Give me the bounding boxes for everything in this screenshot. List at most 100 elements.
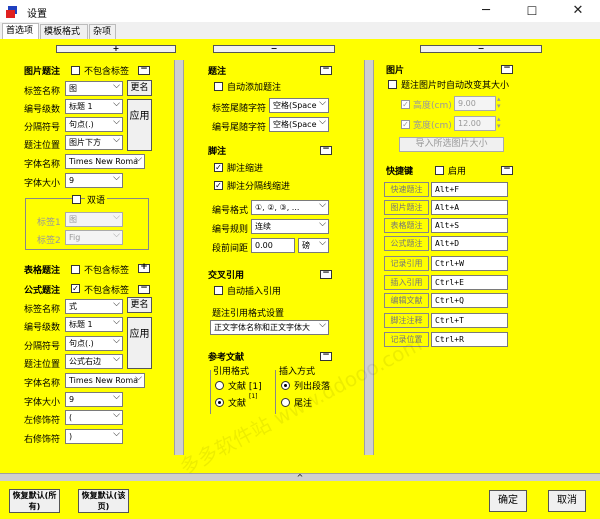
hotkey-input[interactable]: Ctrl+W <box>431 256 508 271</box>
width-label: 宽度(cm) <box>413 121 452 131</box>
height-spinner[interactable]: ▴ ▾ <box>497 96 501 110</box>
footnote-indent-label: 脚注缩进 <box>227 164 264 174</box>
label2-select[interactable]: Fig <box>65 230 123 245</box>
formula-apply-button[interactable]: 应用 <box>127 317 152 369</box>
crossref-collapse-button[interactable]: − <box>320 269 332 279</box>
auto-insert-ref-checkbox[interactable] <box>214 286 223 295</box>
formula-size-select[interactable]: 9 <box>65 392 123 407</box>
cite-format-opt2-sup: [1] <box>249 393 258 400</box>
right-deco-select[interactable]: ) <box>65 429 123 444</box>
ok-button[interactable]: 确定 <box>489 490 527 512</box>
maximize-button[interactable]: ☐ <box>509 0 555 24</box>
formula-no-label-checkbox[interactable]: ✓ <box>71 284 80 293</box>
width-input[interactable]: 12.00 <box>454 116 496 131</box>
figure-no-label-checkbox[interactable] <box>71 66 80 75</box>
tab-misc[interactable]: 杂项 <box>89 24 116 39</box>
cite-format-radio-1[interactable] <box>215 381 224 390</box>
formula-size-label: 字体大小 <box>24 398 61 408</box>
width-spinner[interactable]: ▴ ▾ <box>497 116 501 130</box>
table-no-label-checkbox[interactable] <box>71 265 80 274</box>
figure-position-label: 题注位置 <box>24 141 61 151</box>
column-scrollbar-right[interactable] <box>364 60 374 455</box>
auto-resize-checkbox[interactable] <box>388 80 397 89</box>
bilingual-checkbox[interactable] <box>72 195 81 204</box>
figure-position-select[interactable]: 图片下方 <box>65 135 123 150</box>
label2-label: 标签2 <box>37 236 61 246</box>
figure-size-select[interactable]: 9 <box>65 173 123 188</box>
picture-collapse-button[interactable]: − <box>501 64 513 74</box>
formula-level-select[interactable]: 标题 1 <box>65 317 123 332</box>
picture-heading: 图片 <box>386 66 405 76</box>
references-heading: 参考文献 <box>208 353 245 363</box>
cite-format-radio-2[interactable] <box>215 398 224 407</box>
middle-column-toggle[interactable]: − <box>213 45 335 53</box>
hotkey-input[interactable]: Alt+A <box>431 200 508 215</box>
table-expand-button[interactable]: + <box>138 263 150 273</box>
tail-num-select[interactable]: 空格(Space <box>269 117 329 132</box>
hotkey-input[interactable]: Ctrl+Q <box>431 293 508 308</box>
figure-label-name-label: 标签名称 <box>24 87 61 97</box>
height-input[interactable]: 9.00 <box>454 96 496 111</box>
formula-no-label-label: 不包含标签 <box>84 286 130 296</box>
formula-collapse-button[interactable]: − <box>138 284 150 294</box>
figure-level-label: 编号级数 <box>24 105 61 115</box>
figure-separator-select[interactable]: 句点(.) <box>65 117 123 132</box>
cancel-button[interactable]: 取消 <box>548 490 586 512</box>
width-checkbox[interactable]: ✓ <box>401 120 410 129</box>
figure-label-select[interactable]: 图 <box>65 81 123 96</box>
column-scrollbar-left[interactable] <box>174 60 184 455</box>
auto-add-caption-checkbox[interactable] <box>214 82 223 91</box>
auto-add-caption-label: 自动添加题注 <box>227 83 282 93</box>
footnote-unit-select[interactable]: 磅 <box>298 238 329 253</box>
label1-select[interactable]: 图 <box>65 212 123 227</box>
footnote-rule-select[interactable]: 连续 <box>251 219 329 234</box>
table-no-label-label: 不包含标签 <box>84 266 130 276</box>
right-column-toggle[interactable]: − <box>420 45 542 53</box>
hotkeys-collapse-button[interactable]: − <box>501 165 513 175</box>
bilingual-label: 双语 <box>85 193 108 206</box>
footnote-collapse-button[interactable]: − <box>320 145 332 155</box>
left-deco-label: 左修饰符 <box>24 416 61 426</box>
hotkey-input[interactable]: Alt+F <box>431 182 508 197</box>
formula-font-select[interactable]: Times New Roma <box>65 373 145 388</box>
figure-caption-heading: 图片题注 <box>24 67 61 77</box>
figure-apply-button[interactable]: 应用 <box>127 99 152 151</box>
restore-page-button[interactable]: 恢复默认(该页) <box>78 489 129 513</box>
formula-label-select[interactable]: 式 <box>65 299 123 314</box>
formula-separator-select[interactable]: 句点(.) <box>65 336 123 351</box>
minimize-button[interactable]: ─ <box>463 0 509 24</box>
hotkey-input[interactable]: Alt+S <box>431 218 508 233</box>
footnote-spacing-input[interactable]: 0.00 <box>251 238 295 253</box>
formula-caption-heading: 公式题注 <box>24 286 61 296</box>
formula-rename-button[interactable]: 更名 <box>127 297 152 313</box>
footnote-format-select[interactable]: ①, ②, ③, ... <box>251 200 329 215</box>
references-collapse-button[interactable]: − <box>320 351 332 361</box>
hotkey-input[interactable]: Ctrl+E <box>431 275 508 290</box>
height-checkbox[interactable]: ✓ <box>401 100 410 109</box>
height-label: 高度(cm) <box>413 101 452 111</box>
left-column-toggle[interactable]: + <box>56 45 176 53</box>
close-button[interactable]: ✕ <box>555 0 600 24</box>
import-size-button[interactable]: 导入所选图片大小 <box>399 137 504 152</box>
formula-position-select[interactable]: 公式右边 <box>65 354 123 369</box>
hotkeys-enable-checkbox[interactable] <box>435 166 444 175</box>
ref-format-select[interactable]: 正文字体名称和正文字体大 <box>210 320 329 335</box>
hotkey-input[interactable]: Alt+D <box>431 236 508 251</box>
footnote-sep-indent-checkbox[interactable]: ✓ <box>214 181 223 190</box>
formula-position-label: 题注位置 <box>24 360 61 370</box>
figure-level-select[interactable]: 标题 1 <box>65 99 123 114</box>
footnote-indent-checkbox[interactable]: ✓ <box>214 163 223 172</box>
insert-method-radio-1[interactable] <box>281 381 290 390</box>
left-deco-select[interactable]: ( <box>65 410 123 425</box>
window-title: 设置 <box>27 9 47 20</box>
tab-preferences[interactable]: 首选项 <box>2 23 39 40</box>
tail-label-select[interactable]: 空格(Space <box>269 98 329 113</box>
caption-collapse-button[interactable]: − <box>320 65 332 75</box>
tab-template-format[interactable]: 模板格式 <box>40 24 88 39</box>
restore-all-button[interactable]: 恢复默认(所有) <box>9 489 60 513</box>
figure-rename-button[interactable]: 更名 <box>127 80 152 96</box>
figure-font-select[interactable]: Times New Roma <box>65 154 145 169</box>
tab-bar: 首选项 模板格式 杂项 <box>0 22 600 40</box>
hotkeys-heading: 快捷键 <box>386 167 414 177</box>
figure-collapse-button[interactable]: − <box>138 65 150 75</box>
